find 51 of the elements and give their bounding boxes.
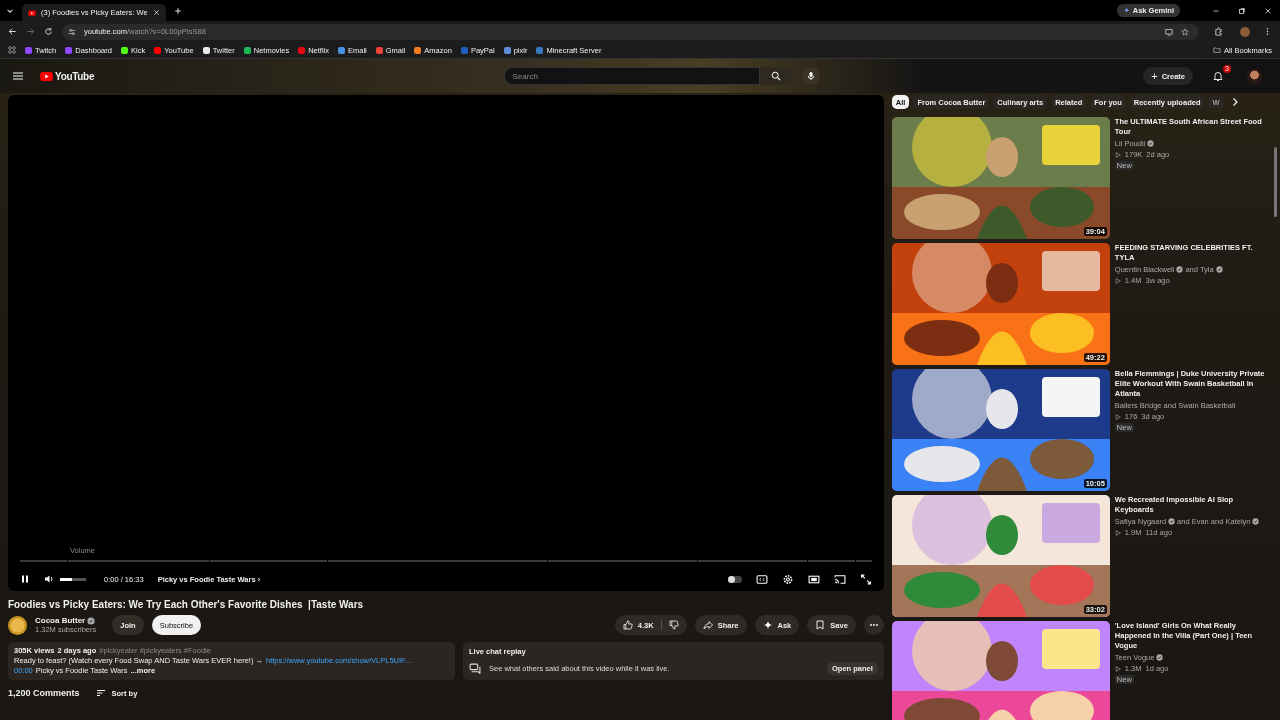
bell-icon <box>1212 70 1224 82</box>
play-icon <box>1114 277 1121 284</box>
sort-icon <box>95 688 106 698</box>
play-icon <box>1114 151 1121 158</box>
share-icon <box>702 620 713 630</box>
autoplay-toggle[interactable] <box>727 575 742 583</box>
settings-icon[interactable] <box>781 573 794 585</box>
back-icon[interactable] <box>8 27 17 36</box>
fullscreen-icon[interactable] <box>859 573 872 585</box>
reload-icon[interactable] <box>44 27 53 36</box>
thumbs-down-icon <box>668 620 679 630</box>
profile-avatar[interactable] <box>1240 26 1250 37</box>
microphone-icon <box>805 71 816 81</box>
star-icon[interactable] <box>1181 27 1189 36</box>
captions-icon[interactable] <box>755 573 768 585</box>
bookmark-icon <box>815 620 826 630</box>
apps-icon[interactable] <box>8 46 16 54</box>
close-icon[interactable] <box>152 9 160 16</box>
play-icon <box>1114 529 1121 536</box>
restore-icon[interactable] <box>1238 6 1246 15</box>
volume-slider[interactable] <box>60 577 86 581</box>
forward-icon[interactable] <box>26 27 35 36</box>
play-icon <box>1114 413 1121 420</box>
youtube-logo[interactable]: YouTube <box>40 70 95 82</box>
play-logo-icon <box>40 71 53 81</box>
play-icon <box>1114 665 1121 672</box>
folder-icon <box>1213 46 1222 54</box>
pause-icon[interactable] <box>20 574 30 584</box>
close-icon[interactable] <box>1264 6 1272 15</box>
site-settings-icon[interactable] <box>68 27 76 36</box>
thumbs-up-icon <box>622 620 633 630</box>
voice-search-button[interactable] <box>801 67 820 85</box>
chat-icon <box>469 663 481 674</box>
extensions-icon[interactable] <box>1214 27 1223 36</box>
theater-mode-icon[interactable] <box>807 573 820 585</box>
channel-name[interactable]: Cocoa Butter <box>35 616 86 625</box>
scrollbar-thumb[interactable] <box>1274 147 1277 217</box>
channel-avatar[interactable] <box>8 615 27 635</box>
new-tab-icon[interactable] <box>173 6 182 15</box>
account-avatar[interactable] <box>1247 68 1262 84</box>
video-title: Foodies vs Picky Eaters: We Try Each Other's Favorite Dishes |Taste Wars <box>8 599 365 610</box>
cast-icon[interactable] <box>833 573 846 585</box>
more-actions-button[interactable] <box>863 615 884 635</box>
install-app-icon[interactable] <box>1165 27 1173 36</box>
search-icon <box>770 71 781 81</box>
menu-icon[interactable] <box>12 70 24 82</box>
volume-icon[interactable] <box>44 574 54 584</box>
comment-count: 1,200 Comments <box>8 688 80 698</box>
youtube-icon <box>28 8 36 17</box>
search-button[interactable] <box>759 67 792 85</box>
search-field[interactable]: Search <box>503 67 760 85</box>
